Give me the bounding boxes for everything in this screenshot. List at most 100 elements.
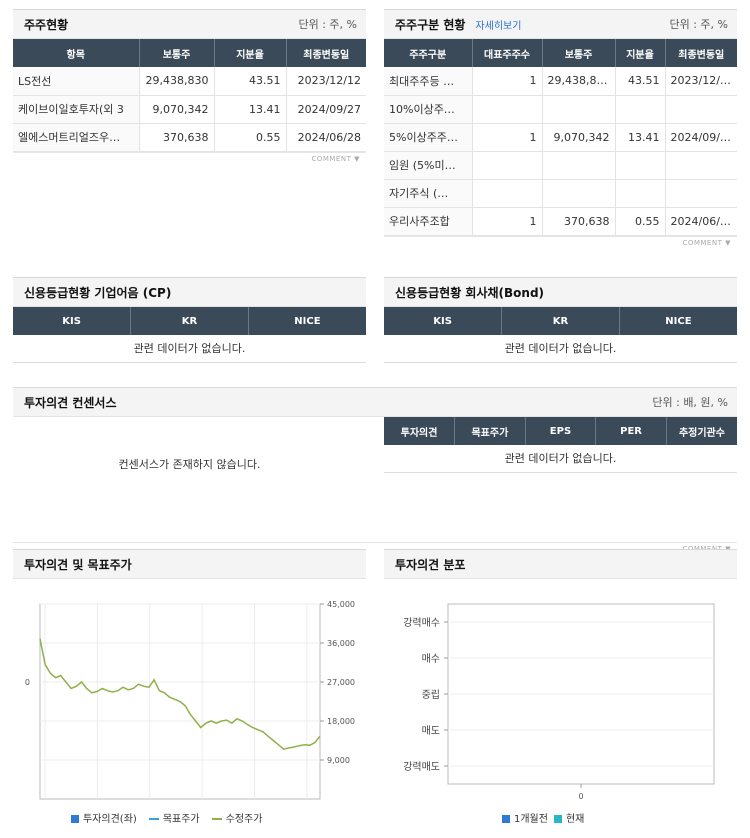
holder-ratio: 43.51 (214, 67, 287, 96)
shareholder-types-header: 주주구분 현황 자세히보기 단위 : 주, % (384, 9, 737, 39)
legend-opinion: 투자의견(좌) (71, 810, 137, 825)
details-link[interactable]: 자세히보기 (475, 17, 521, 32)
type-date: 2024/09/27 (665, 123, 737, 152)
holder-date: 2024/06/28 (286, 123, 366, 152)
legend-swatch (502, 815, 510, 823)
col-header: NICE (619, 307, 737, 335)
type-shares: 29,438,830 (542, 67, 616, 96)
col-header: KIS (13, 307, 132, 335)
shareholders-unit: 단위 : 주, % (298, 18, 357, 31)
table-row: 케이브이일호투자(외 3 9,070,342 13.41 2024/09/27 (13, 95, 366, 124)
type-name: 자기주식 (… (384, 179, 473, 208)
category-label: 매도 (422, 725, 440, 737)
shareholder-types-panel: 주주구분 현황 자세히보기 단위 : 주, % 주주구분 대표주주수 보통주 지… (384, 9, 737, 250)
consensus-empty-message: 컨센서스가 존재하지 않습니다. (118, 458, 261, 471)
col-header: 투자의견 (384, 417, 456, 445)
col-header: PER (595, 417, 667, 445)
opinion-distribution-chart: 강력매수매수중립매도강력매도 0 (403, 603, 715, 801)
legend-swatch (553, 815, 562, 823)
table-row: 임원 (5%미… (384, 151, 737, 180)
col-header: KR (130, 307, 249, 335)
opinion-price-panel: 투자의견 및 목표주가 45,000 36,000 27,000 18,000 9,00… (13, 549, 366, 834)
price-line-chart: 45,00036,00027,00018,0009,0002024/01/182… (25, 600, 355, 800)
type-shares (542, 95, 616, 124)
type-name: 10%이상주… (384, 95, 473, 124)
distribution-legend: 1개월전 현재 (502, 810, 584, 825)
consensus-table: 투자의견 목표주가 EPS PER 추정기관수 (384, 417, 737, 445)
holder-name: 케이브이일호투자(외 3 (13, 95, 140, 124)
col-header: 지분율 (615, 39, 666, 67)
table-row: LS전선 29,438,830 43.51 2023/12/12 (13, 67, 366, 96)
holder-name: LS전선 (13, 67, 140, 96)
consensus-unit: 단위 : 배, 원, % (652, 396, 728, 409)
col-header: 최종변동일 (286, 39, 366, 67)
comment-toggle[interactable]: COMMENT ▼ (13, 151, 366, 166)
type-date (665, 179, 737, 208)
shareholder-types-table: 주주구분 대표주주수 보통주 지분율 최종변동일 최대주주등 … 1 29,438,… (384, 39, 737, 236)
x-tick-label: 0 (578, 792, 583, 801)
legend-prev-month: 1개월전 (502, 810, 548, 825)
holder-ratio: 0.55 (214, 123, 287, 152)
type-count (472, 95, 543, 124)
table-row: 엘에스머트리얼즈우… 370,638 0.55 2024/06/28 (13, 123, 366, 152)
type-shares (542, 151, 616, 180)
opinion-distribution-panel: 투자의견 분포 강력매수 매수 중립 매도 강력매도 0 1개월전 현재 (384, 549, 737, 834)
credit-cp-header: 신용등급현황 기업어음 (CP) (13, 277, 366, 307)
category-label: 강력매도 (403, 761, 440, 773)
legend-swatch (211, 818, 222, 820)
credit-bond-title: 신용등급현황 회사채(Bond) (395, 285, 545, 300)
y-tick-label: 45,000 (327, 600, 355, 609)
type-shares: 9,070,342 (542, 123, 616, 152)
type-name: 최대주주등 … (384, 67, 473, 96)
type-ratio: 13.41 (615, 123, 666, 152)
type-date (665, 95, 737, 124)
legend-label: 투자의견(좌) (83, 814, 137, 825)
holder-shares: 29,438,830 (139, 67, 215, 96)
opinion-distribution-header: 투자의견 분포 (384, 549, 737, 579)
legend-label: 목표주가 (162, 814, 200, 825)
holder-shares: 9,070,342 (139, 95, 215, 124)
type-ratio (615, 151, 666, 180)
comment-toggle[interactable]: COMMENT ▼ (384, 235, 737, 250)
credit-cp-panel: 신용등급현황 기업어음 (CP) KIS KR NICE 관련 데이터가 없습니… (13, 277, 366, 363)
type-shares: 370,638 (542, 207, 616, 236)
table-row: 최대주주등 … 1 29,438,830 43.51 2023/12/12 (384, 67, 737, 96)
type-shares (542, 179, 616, 208)
y-tick-label: 18,000 (327, 717, 355, 726)
col-header: EPS (525, 417, 597, 445)
holder-date: 2023/12/12 (286, 67, 366, 96)
consensus-panel: 투자의견 컨센서스 단위 : 배, 원, % 컨센서스가 존재하지 않습니다. … (13, 387, 737, 556)
shareholders-table: 항목 보통주 지분율 최종변동일 LS전선 29,438,830 43.51 2… (13, 39, 366, 152)
opinion-price-title: 투자의견 및 목표주가 (24, 557, 132, 572)
chevron-down-icon: ▼ (725, 238, 731, 247)
credit-bond-header: 신용등급현황 회사채(Bond) (384, 277, 737, 307)
holder-name: 엘에스머트리얼즈우… (13, 123, 140, 152)
type-ratio (615, 95, 666, 124)
shareholder-types-title: 주주구분 현황 (395, 17, 466, 32)
opinion-price-header: 투자의견 및 목표주가 (13, 549, 366, 579)
type-count: 1 (472, 123, 543, 152)
col-header: 보통주 (542, 39, 616, 67)
type-date: 2023/12/12 (665, 67, 737, 96)
col-header: NICE (248, 307, 366, 335)
type-ratio: 43.51 (615, 67, 666, 96)
comment-label: COMMENT (682, 238, 723, 247)
legend-swatch (148, 818, 159, 820)
consensus-title: 투자의견 컨센서스 (24, 395, 117, 410)
category-label: 중립 (422, 688, 440, 701)
col-header: 주주구분 (384, 39, 473, 67)
shareholders-title: 주주현황 (24, 17, 69, 32)
type-name: 우리사주조합 (384, 207, 473, 236)
table-row: 우리사주조합 1 370,638 0.55 2024/06/28 (384, 207, 737, 236)
shareholders-panel: 주주현황 단위 : 주, % 항목 보통주 지분율 최종변동일 LS전선 29,… (13, 9, 366, 166)
y-tick-label: 9,000 (327, 756, 350, 765)
type-count: 1 (472, 207, 543, 236)
price-chart-legend: 투자의견(좌) 목표주가 수정주가 (71, 810, 262, 825)
no-data-message: 관련 데이터가 없습니다. (384, 335, 737, 363)
no-data-message: 관련 데이터가 없습니다. (384, 445, 737, 473)
credit-cp-title: 신용등급현황 기업어음 (CP) (24, 285, 172, 300)
category-label: 강력매수 (403, 617, 440, 629)
credit-cp-table: KIS KR NICE (13, 307, 366, 335)
consensus-header: 투자의견 컨센서스 단위 : 배, 원, % (13, 387, 737, 417)
type-ratio (615, 179, 666, 208)
